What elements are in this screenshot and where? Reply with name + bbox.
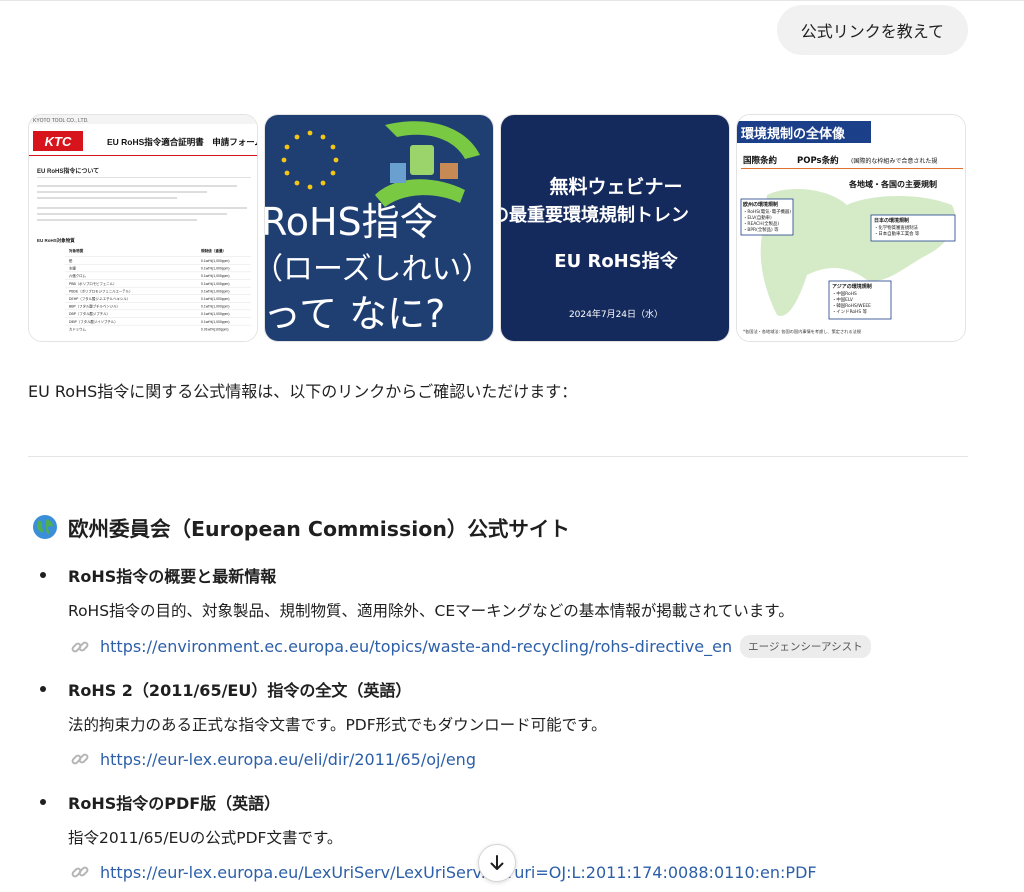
item-heading: RoHS 2（2011/65/EU）指令の全文（英語）: [68, 681, 412, 700]
map-eu-box: 欧州の環境規制: [743, 201, 778, 208]
ktc-substance-name: カドミウム: [69, 326, 87, 331]
ktc-substance-limit: 0.1wt%(1,000ppm): [201, 289, 229, 293]
item-heading: RoHS指令の概要と最新情報: [68, 567, 277, 586]
bullet-icon: [40, 572, 46, 578]
ktc-logo: KTC: [45, 134, 72, 149]
ktc-heading: EU RoHS指令について: [37, 167, 99, 175]
ktc-substance-name: BBP（フタル酸ブチルベンジル）: [69, 304, 120, 309]
source-tag[interactable]: エージェンシーアシスト: [740, 635, 871, 658]
webinar-date: 2024年7月24日（水）: [569, 308, 663, 320]
image-thumbnail-ktc-form[interactable]: KYOTO TOOL CO., LTD. KTC EU RoHS指令適合証明書 …: [28, 114, 258, 342]
ktc-substance-limit: 0.01wt%(100ppm): [201, 327, 229, 331]
link-icon: [71, 641, 89, 652]
ktc-col-header: 対象物質: [68, 248, 84, 253]
ktc-substance-limit: 0.1wt%(1,000ppm): [201, 320, 229, 324]
ktc-substance-limit: 0.1wt%(1,000ppm): [201, 297, 229, 301]
scroll-down-button[interactable]: [478, 844, 516, 882]
link-icon: [71, 753, 89, 765]
section-heading: 欧州委員会（European Commission）公式サイト: [32, 512, 570, 542]
top-divider: [0, 0, 1024, 1]
map-box-item: ・REACH(全製品): [743, 220, 779, 227]
item-description: 法的拘束力のある正式な指令文書です。PDF形式でもダウンロード可能です。: [68, 716, 607, 734]
map-box-item: ・中国ELV: [832, 296, 853, 303]
ktc-substance-name: DEHP（フタル酸ジ-2-エチルヘキシル）: [69, 296, 130, 301]
map-footnote: *各国法・各地域法: 各国の国内事情を考慮し、策定される法規: [743, 328, 862, 335]
map-box-item: ・化学物質審査規制法: [874, 224, 919, 231]
image-thumbnail-webinar[interactable]: 無料ウェビナー の最重要環境規制トレン EU RoHS指令 2024年7月24日…: [500, 114, 730, 342]
image-thumbnail-rohs-explainer[interactable]: RoHS指令 （ローズしれい） って なに?: [264, 114, 494, 342]
ktc-substance-name: 水銀: [69, 266, 76, 271]
ktc-substance-name: DIBP（フタル酸ジイソブチル）: [69, 319, 118, 324]
rohs-overview-link[interactable]: https://environment.ec.europa.eu/topics/…: [100, 637, 732, 656]
ktc-col-header: 規制値（重量）: [200, 248, 226, 253]
ktc-form-title: EU RoHS指令適合証明書 申請フォーム: [107, 137, 258, 147]
ktc-substance-name: DBP（フタル酸ジブチル）: [69, 311, 110, 316]
ktc-substance-limit: 0.1wt%(1,000ppm): [201, 267, 229, 271]
map-title: 環境規制の全体像: [741, 126, 846, 142]
map-box-item: ・RoHS(電気･電子機器): [743, 208, 791, 215]
globe-icon: [33, 515, 57, 539]
item-description: 指令2011/65/EUの公式PDF文書です。: [68, 829, 343, 847]
map-treaty-note: (国際的な枠組みで合意された規: [851, 157, 937, 165]
webinar-line1: 無料ウェビナー: [549, 175, 682, 198]
bullet-icon: [40, 799, 46, 805]
rohs-line2: （ローズしれい）: [265, 252, 492, 287]
ktc-substance-name: PBB（ポリブロモビフェニル）: [69, 281, 116, 286]
map-box-item: ・BPR(全製品) 等: [743, 226, 779, 233]
rohs2-fulltext-link[interactable]: https://eur-lex.europa.eu/eli/dir/2011/6…: [100, 750, 476, 769]
section-title-text: 欧州委員会（European Commission）公式サイト: [68, 517, 570, 541]
list-item: RoHS 2（2011/65/EU）指令の全文（英語） 法的拘束力のある正式な指…: [40, 677, 980, 769]
ktc-substance-limit: 0.1wt%(1,000ppm): [201, 259, 229, 263]
map-box-item: ・日本自動車工業会 等: [874, 230, 920, 237]
user-message-bubble: 公式リンクを教えて: [776, 5, 968, 55]
ktc-substance-limit: 0.1wt%(1,000ppm): [201, 282, 229, 286]
rohs-pdf-link[interactable]: https://eur-lex.europa.eu/LexUriServ/Lex…: [100, 863, 817, 882]
link-icon: [71, 866, 89, 878]
bullet-icon: [40, 686, 46, 692]
map-box-item: ・インドRoHS 等: [832, 308, 868, 315]
item-description: RoHS指令の目的、対象製品、規制物質、適用除外、CEマーキングなどの基本情報が…: [68, 602, 794, 620]
map-treaty2: POPs条約: [797, 155, 839, 166]
map-asia-box: アジアの環境規制: [832, 283, 872, 290]
map-box-item: ・ELV(自動車): [743, 214, 772, 221]
ktc-substance-name: 六価クロム: [69, 273, 87, 278]
arrow-down-icon: [490, 855, 504, 870]
section-divider: [28, 456, 968, 457]
rohs-line3: って なに?: [265, 292, 445, 336]
ktc-substance-name: PBDE（ポリブロモジフェニルエーテル）: [69, 288, 132, 293]
user-message-text: 公式リンクを教えて: [800, 22, 944, 41]
map-jp-box: 日本の環境規制: [874, 217, 909, 224]
map-regional: 各地域・各国の主要規制: [848, 179, 937, 189]
map-box-item: ・中国RoHS: [832, 290, 857, 297]
webinar-line3: EU RoHS指令: [554, 250, 678, 272]
map-jp-items: ・化学物質審査規制法・日本自動車工業会 等: [874, 224, 920, 237]
ktc-substance-limit: 0.1wt%(1,000ppm): [201, 305, 229, 309]
item-heading: RoHS指令のPDF版（英語）: [68, 794, 281, 813]
webinar-line2: の最重要環境規制トレン: [501, 204, 689, 226]
ktc-substance-limit: 0.1wt%(1,000ppm): [201, 274, 229, 278]
map-box-item: ・韓国RoHS/WEEE: [832, 302, 871, 309]
ktc-substance-limit: 0.1wt%(1,000ppm): [201, 312, 229, 316]
map-treaty1: 国際条約: [743, 155, 778, 166]
ktc-company: KYOTO TOOL CO., LTD.: [33, 118, 89, 124]
intro-text: EU RoHS指令に関する公式情報は、以下のリンクからご確認いただけます：: [28, 382, 578, 401]
image-results-strip: KYOTO TOOL CO., LTD. KTC EU RoHS指令適合証明書 …: [28, 114, 966, 342]
image-thumbnail-regulation-map[interactable]: 環境規制の全体像 国際条約 POPs条約 (国際的な枠組みで合意された規 各地域…: [736, 114, 966, 342]
list-item: RoHS指令の概要と最新情報 RoHS指令の目的、対象製品、規制物質、適用除外、…: [40, 563, 980, 658]
rohs-line1: RoHS指令: [265, 200, 438, 244]
ktc-table-heading: EU RoHS対象物質: [37, 237, 75, 244]
